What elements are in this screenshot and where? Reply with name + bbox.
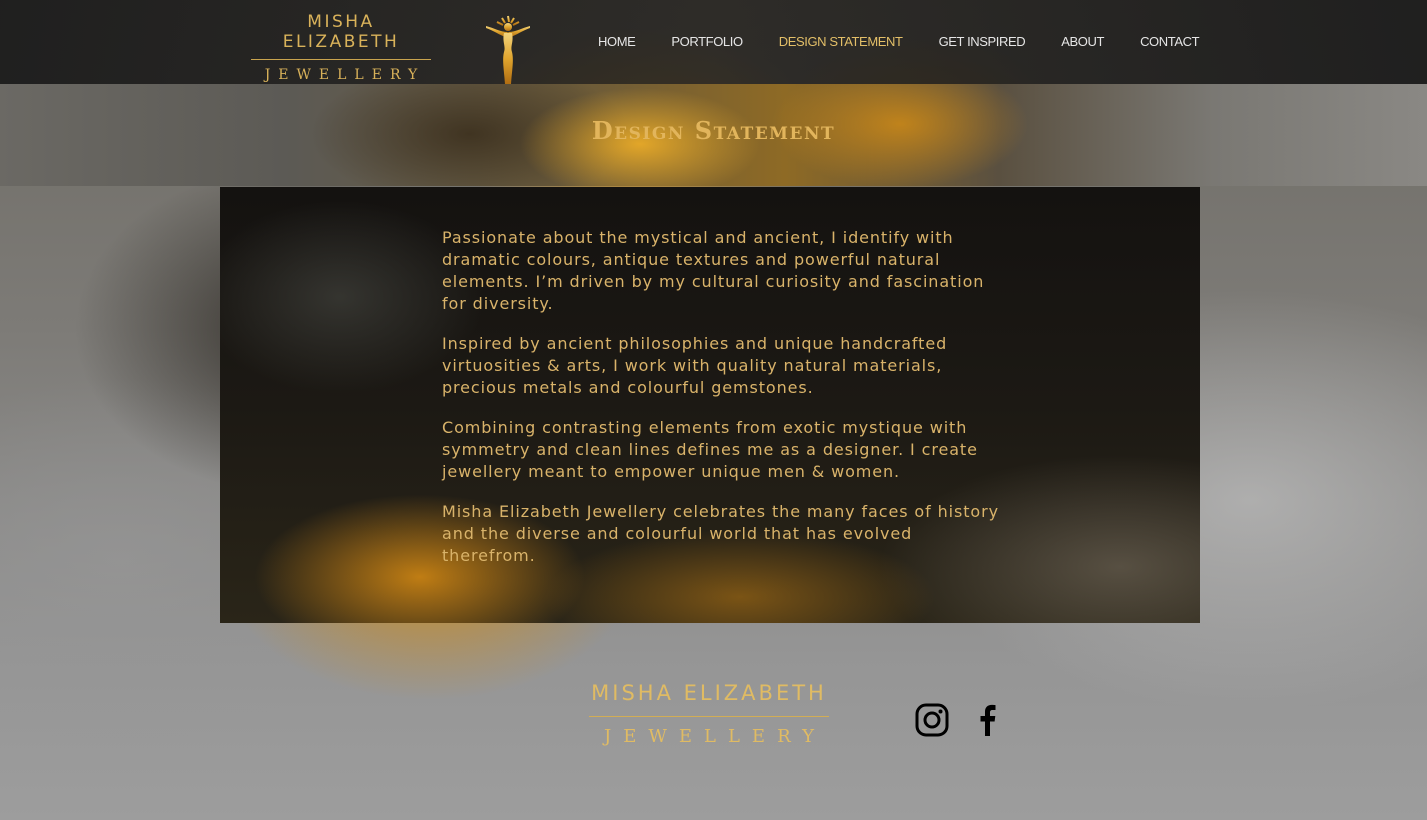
nav-item-get-inspired[interactable]: GET INSPIRED (921, 34, 1044, 49)
facebook-icon (980, 704, 996, 736)
instagram-link[interactable] (914, 702, 950, 738)
statement-text: Passionate about the mystical and ancien… (442, 227, 1002, 585)
main-nav: HOME PORTFOLIO DESIGN STATEMENT GET INSP… (580, 28, 1217, 54)
statement-paragraph: Combining contrasting elements from exot… (442, 418, 978, 481)
statement-paragraph: Passionate about the mystical and ancien… (442, 228, 985, 313)
nav-item-design-statement[interactable]: DESIGN STATEMENT (761, 34, 921, 49)
statement-paragraph: Inspired by ancient philosophies and uni… (442, 334, 948, 397)
social-links (914, 702, 1006, 738)
nav-item-about[interactable]: ABOUT (1043, 34, 1122, 49)
facebook-link[interactable] (970, 702, 1006, 738)
title-banner: Design Statement (0, 84, 1427, 186)
nav-item-contact[interactable]: CONTACT (1122, 34, 1217, 49)
instagram-icon (915, 703, 949, 737)
header-logo[interactable]: MISHA ELIZABETH JEWELLERY (248, 12, 434, 83)
statement-panel: Passionate about the mystical and ancien… (220, 187, 1200, 623)
footer-logo-name-bottom: JEWELLERY (604, 726, 826, 747)
logo-name-bottom: JEWELLERY (264, 67, 426, 83)
logo-name-top: MISHA ELIZABETH (282, 12, 400, 52)
goddess-figure-icon (480, 12, 536, 84)
footer-logo-name-top: MISHA ELIZABETH (591, 681, 827, 705)
page-title: Design Statement (591, 116, 836, 145)
footer-logo[interactable]: MISHA ELIZABETH JEWELLERY (584, 680, 834, 760)
statement-paragraph: Misha Elizabeth Jewellery celebrates the… (442, 502, 999, 565)
footer-logo-divider (589, 716, 829, 717)
logo-divider (251, 59, 431, 60)
nav-item-home[interactable]: HOME (580, 34, 653, 49)
nav-item-portfolio[interactable]: PORTFOLIO (653, 34, 760, 49)
site-header: MISHA ELIZABETH JEWELLERY HOME PORTFOLIO… (0, 0, 1427, 84)
